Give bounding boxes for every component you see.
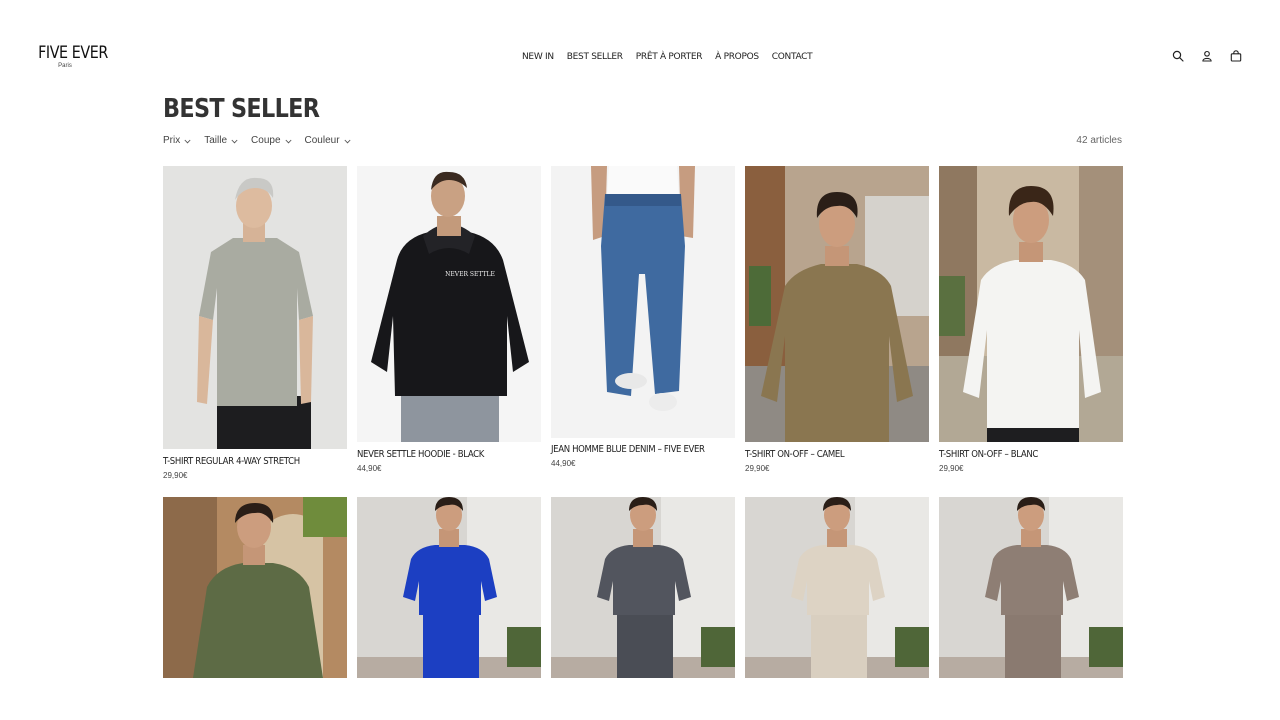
page-title: BEST SELLER — [163, 94, 320, 124]
chevron-down-icon — [231, 139, 238, 143]
site-header: FIVE EVER Paris NEW IN BEST SELLER PRÊT … — [0, 0, 1280, 90]
product-price: 44,90€ — [551, 459, 576, 468]
product-name[interactable]: NEVER SETTLE HOODIE - BLACK — [357, 449, 484, 461]
main-nav: NEW IN BEST SELLER PRÊT À PORTER À PROPO… — [522, 52, 813, 62]
product-name[interactable]: T-SHIRT ON-OFF – BLANC — [939, 449, 1038, 461]
nav-item-best-seller[interactable]: BEST SELLER — [567, 52, 623, 62]
filter-label: Couleur — [304, 135, 340, 146]
article-count: 42 articles — [1076, 135, 1122, 146]
nav-item-new-in[interactable]: NEW IN — [522, 52, 554, 62]
nav-item-pret-a-porter[interactable]: PRÊT À PORTER — [636, 52, 703, 62]
product-name[interactable]: T-SHIRT ON-OFF – CAMEL — [745, 449, 845, 461]
product-image[interactable]: NEVER SETTLE — [357, 166, 541, 442]
filter-label: Taille — [204, 135, 228, 146]
filter-color[interactable]: Couleur — [305, 135, 351, 147]
product-image[interactable] — [745, 166, 929, 442]
chevron-down-icon — [284, 139, 292, 143]
filter-size[interactable]: Taille — [204, 135, 238, 147]
product-name[interactable]: JEAN HOMME BLUE DENIM – FIVE EVER — [551, 444, 705, 456]
nav-item-a-propos[interactable]: À PROPOS — [715, 52, 759, 62]
filter-label: Prix — [163, 135, 181, 146]
brand-name: FIVE EVER — [38, 43, 108, 63]
product-image[interactable] — [163, 497, 347, 678]
product-image[interactable] — [939, 497, 1123, 678]
filter-fit[interactable]: Coupe — [251, 135, 292, 147]
product-image[interactable] — [551, 497, 735, 678]
filter-price[interactable]: Prix — [163, 135, 191, 147]
chevron-down-icon — [344, 139, 351, 143]
chevron-down-icon — [184, 139, 191, 143]
product-price: 29,90€ — [939, 464, 964, 473]
account-icon[interactable] — [1201, 50, 1213, 62]
filter-label: Coupe — [251, 135, 281, 146]
nav-item-contact[interactable]: CONTACT — [772, 52, 813, 62]
product-price: 29,90€ — [163, 471, 188, 480]
product-image[interactable] — [745, 497, 929, 678]
product-price: 44,90€ — [357, 464, 382, 473]
brand-logo[interactable]: FIVE EVER Paris — [33, 43, 108, 69]
header-actions — [1172, 50, 1242, 62]
product-name[interactable]: T-SHIRT REGULAR 4-WAY STRETCH — [163, 456, 300, 468]
filter-bar: Prix Taille Coupe Couleur — [163, 135, 351, 147]
hoodie-print: NEVER SETTLE — [445, 271, 495, 278]
product-price: 29,90€ — [745, 464, 770, 473]
product-image[interactable] — [163, 166, 347, 449]
cart-icon[interactable] — [1230, 50, 1242, 62]
product-image[interactable] — [939, 166, 1123, 442]
product-image[interactable] — [551, 166, 735, 438]
search-icon[interactable] — [1172, 50, 1184, 62]
product-image[interactable] — [357, 497, 541, 678]
brand-tagline: Paris — [58, 63, 72, 69]
